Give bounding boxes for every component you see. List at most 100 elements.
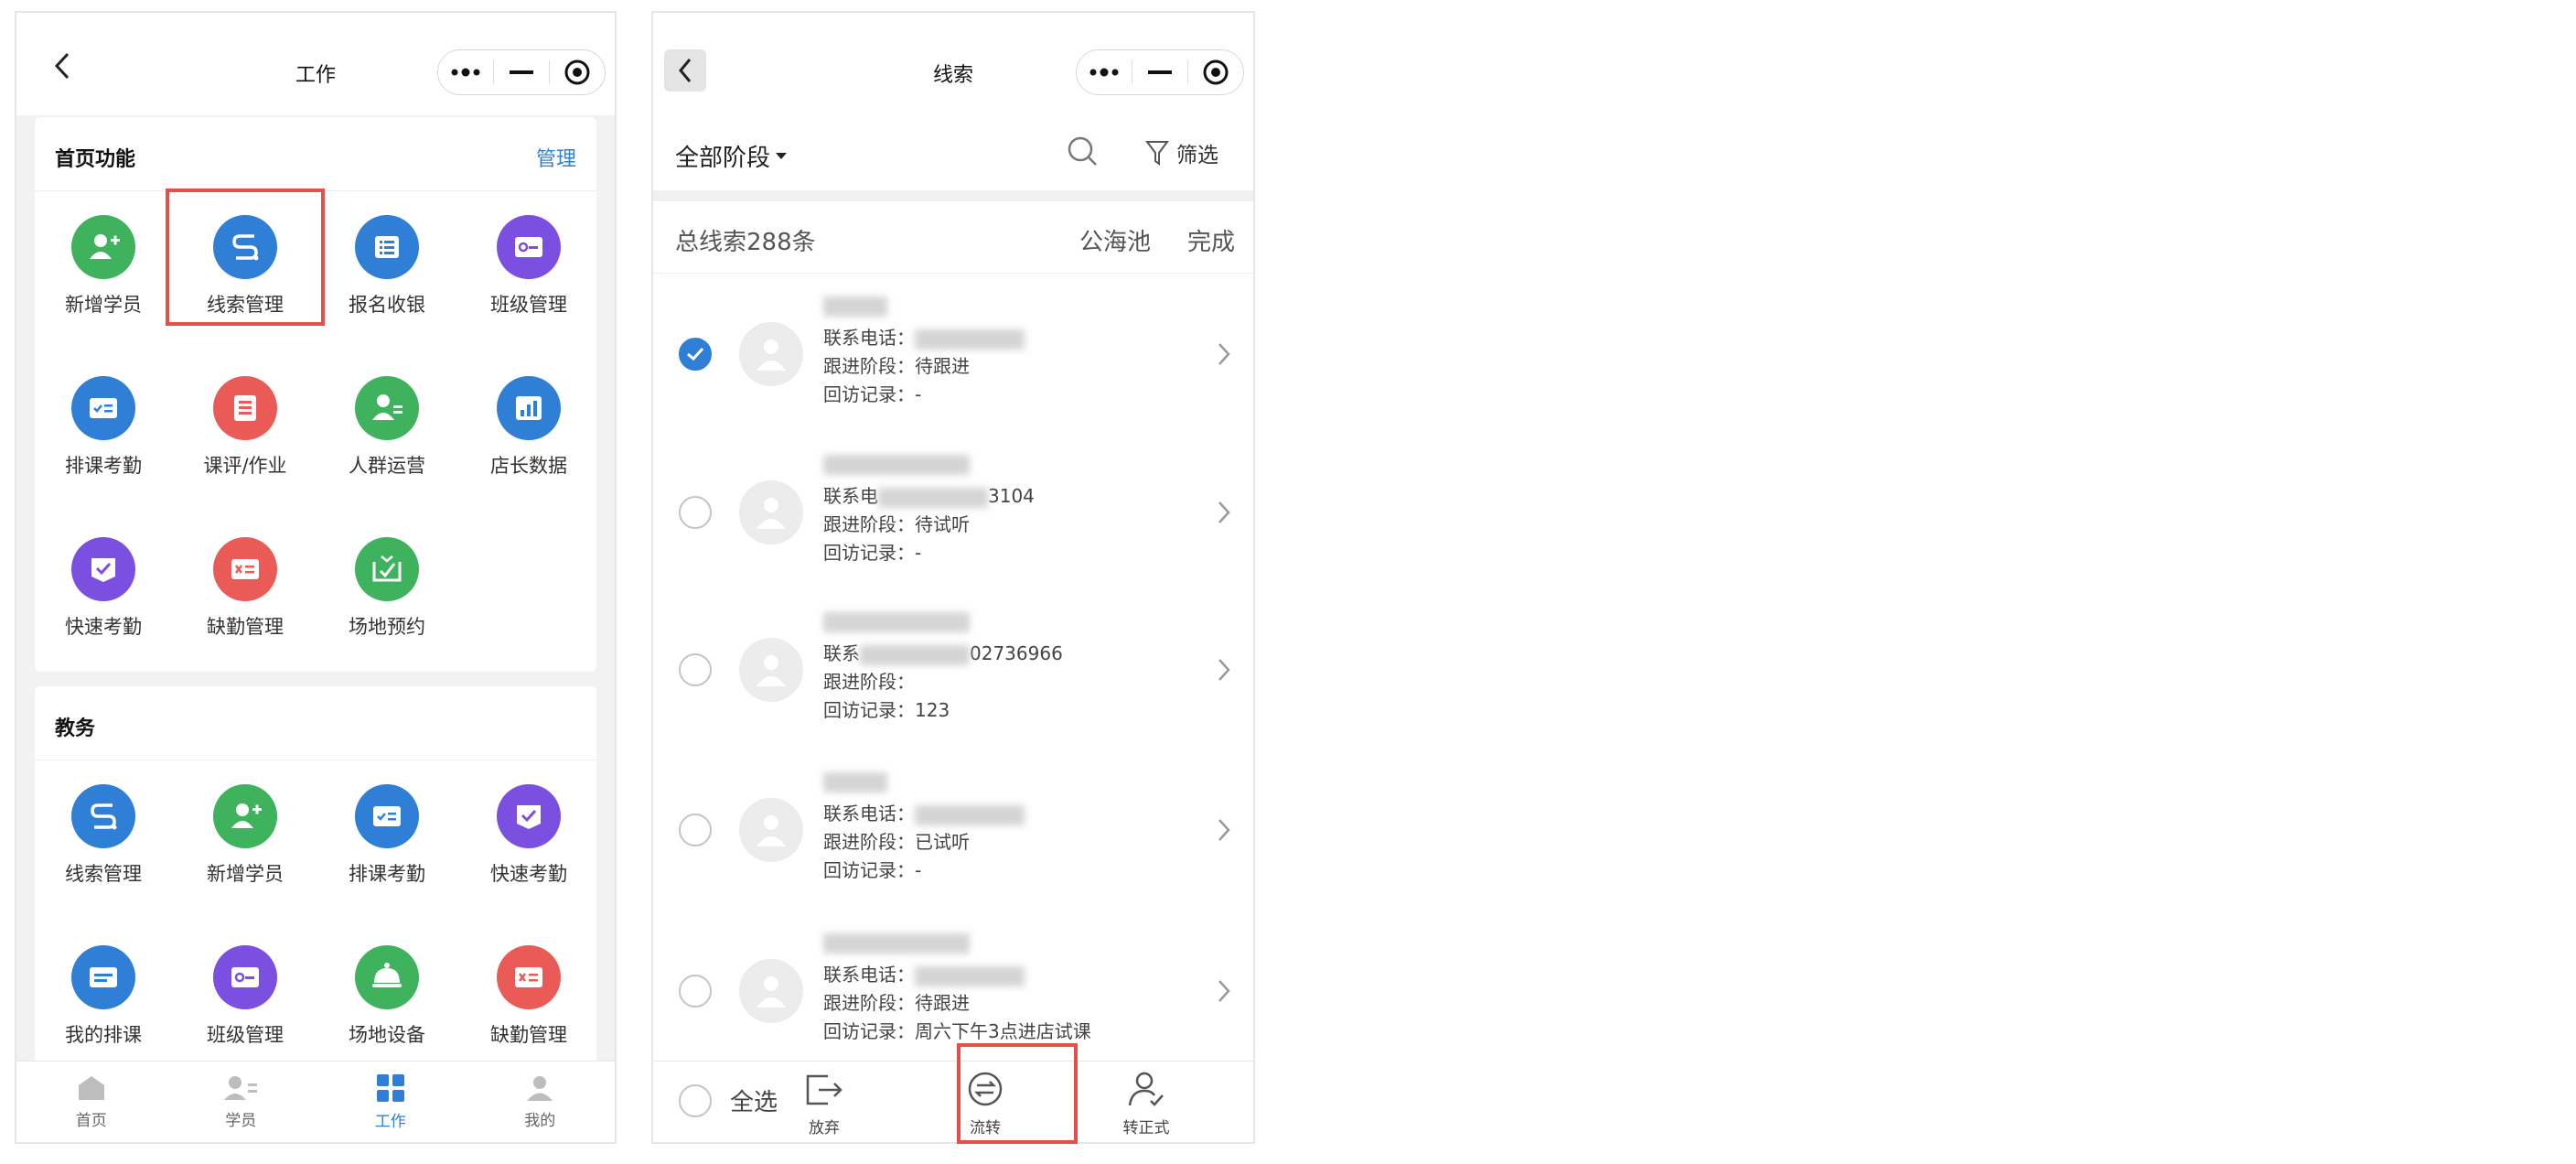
abandon-icon: [806, 1074, 843, 1105]
lead-row[interactable]: 联系电话： 跟进阶段：待跟进 回访记录：-: [653, 275, 1253, 435]
grid-item[interactable]: 排课考勤: [318, 784, 456, 887]
grid-item[interactable]: 快速考勤: [460, 784, 597, 887]
section-title: 教务: [55, 717, 96, 740]
target-icon: [1203, 59, 1229, 85]
lead-select-radio[interactable]: [679, 653, 712, 686]
grid-item[interactable]: 线索管理: [35, 784, 172, 887]
more-button[interactable]: [438, 50, 493, 94]
grid-item-label: 快速考勤: [65, 616, 142, 638]
quick-attendance-icon: [497, 784, 561, 848]
search-icon: [1068, 136, 1097, 166]
filter-button[interactable]: 筛选: [1145, 137, 1218, 168]
class-card-icon: [213, 945, 277, 1009]
done-button[interactable]: 完成: [1187, 223, 1235, 257]
grid-item[interactable]: 场地预约: [318, 537, 456, 640]
nav-bar: 线索: [653, 13, 1253, 115]
grid-item[interactable]: 课评/作业: [177, 376, 314, 479]
lead-visit: 回访记录：-: [823, 859, 922, 881]
grid-item-label: 场地设备: [349, 1024, 425, 1046]
select-all[interactable]: 全选: [679, 1083, 778, 1117]
lead-stage: 跟进阶段：待跟进: [823, 992, 970, 1014]
grid-item[interactable]: 排课考勤: [35, 376, 172, 479]
person-placeholder-icon: [757, 498, 786, 529]
profile-icon: [527, 1075, 553, 1101]
more-button[interactable]: [1077, 50, 1132, 94]
funnel-icon: [1145, 141, 1169, 166]
convert-formal-button[interactable]: 转正式: [1105, 1071, 1187, 1137]
absence-icon: [213, 537, 277, 601]
grid-item-label: 场地预约: [349, 616, 425, 638]
grid-item-label: 人群运营: [349, 455, 425, 477]
minimize-button[interactable]: [494, 50, 549, 94]
miniprogram-capsule: [437, 49, 606, 95]
grid-item[interactable]: 场地设备: [318, 945, 456, 1048]
lead-stage: 跟进阶段：: [823, 671, 915, 693]
absence-icon: [497, 945, 561, 1009]
data-chart-icon: [497, 376, 561, 440]
lead-select-radio[interactable]: [679, 338, 712, 371]
tab-mine[interactable]: 我的: [466, 1062, 616, 1142]
quick-attendance-icon: [71, 537, 135, 601]
grid-item[interactable]: 新增学员: [177, 784, 314, 887]
chevron-right-icon: [1217, 817, 1231, 846]
grid-item[interactable]: 班级管理: [460, 215, 597, 318]
venue-equipment-icon: [355, 945, 419, 1009]
home-icon: [78, 1075, 104, 1100]
lead-phone: 联系 02736966: [823, 642, 1063, 665]
minus-icon: [1148, 70, 1172, 74]
add-student-icon: [71, 215, 135, 279]
close-miniprogram-button[interactable]: [1188, 50, 1243, 94]
bulk-action-bar: 全选 放弃 流转 转正式: [653, 1061, 1253, 1142]
lead-row[interactable]: 联系电话： 跟进阶段：待跟进 回访记录：周六下午3点进店试课: [653, 911, 1253, 1072]
manage-link[interactable]: 管理: [536, 143, 576, 172]
nav-bar: 工作: [16, 13, 615, 115]
minimize-button[interactable]: [1132, 50, 1187, 94]
grid-item[interactable]: 店长数据: [460, 376, 597, 479]
grid-item[interactable]: 我的排课: [35, 945, 172, 1048]
public-pool-link[interactable]: 公海池: [1079, 223, 1151, 257]
grid-item[interactable]: 缺勤管理: [460, 945, 597, 1048]
avatar: [739, 480, 803, 544]
grid-item-label: 缺勤管理: [207, 616, 284, 638]
target-icon: [564, 59, 590, 85]
chevron-right-icon: [1217, 657, 1231, 686]
more-dots-icon: [1089, 68, 1119, 77]
lead-row[interactable]: 联系电话： 跟进阶段：已试听 回访记录：-: [653, 749, 1253, 912]
close-miniprogram-button[interactable]: [550, 50, 605, 94]
minus-icon: [510, 70, 533, 74]
lead-select-radio[interactable]: [679, 496, 712, 529]
lead-stage: 跟进阶段：待试听: [823, 513, 970, 535]
grid-item[interactable]: 班级管理: [177, 945, 314, 1048]
abandon-button[interactable]: 放弃: [783, 1071, 865, 1137]
lead-visit: 回访记录：123: [823, 699, 950, 721]
check-icon: [687, 347, 704, 361]
lead-phone: 联系电话：: [823, 799, 1025, 825]
search-button[interactable]: [1067, 135, 1098, 170]
grid-item-label: 课评/作业: [203, 455, 287, 477]
leads-icon: [71, 784, 135, 848]
lead-name-redacted: [823, 452, 970, 476]
grid-item-label: 新增学员: [65, 294, 142, 316]
stage-dropdown[interactable]: 全部阶段: [675, 139, 788, 173]
grid-item[interactable]: 缺勤管理: [177, 537, 314, 640]
grid-item[interactable]: 新增学员: [35, 215, 172, 318]
lead-select-radio[interactable]: [679, 814, 712, 846]
tab-students[interactable]: 学员: [166, 1062, 317, 1142]
select-all-radio[interactable]: [679, 1083, 712, 1117]
add-student-icon: [213, 784, 277, 848]
venue-booking-icon: [355, 537, 419, 601]
lead-stage: 跟进阶段：待跟进: [823, 355, 970, 377]
lead-visit: 回访记录：-: [823, 542, 922, 564]
lead-select-radio[interactable]: [679, 975, 712, 1008]
lead-row[interactable]: 联系电 3104 跟进阶段：待试听 回访记录：-: [653, 434, 1253, 592]
leads-screen: 线索 全部阶段 筛选 总线索288条 公海池 完成 联系电话： 跟进阶段：待跟进…: [651, 11, 1255, 1144]
lead-phone: 联系电 3104: [823, 485, 1035, 508]
lead-row[interactable]: 联系 02736966 跟进阶段： 回访记录：123: [653, 591, 1253, 749]
tab-home[interactable]: 首页: [16, 1062, 166, 1142]
grid-item[interactable]: 快速考勤: [35, 537, 172, 640]
grid-item[interactable]: 人群运营: [318, 376, 456, 479]
grid-item[interactable]: 报名收银: [318, 215, 456, 318]
tab-work[interactable]: 工作: [316, 1062, 466, 1142]
grid-item-label: 快速考勤: [490, 863, 567, 885]
highlight-box: [166, 189, 325, 326]
